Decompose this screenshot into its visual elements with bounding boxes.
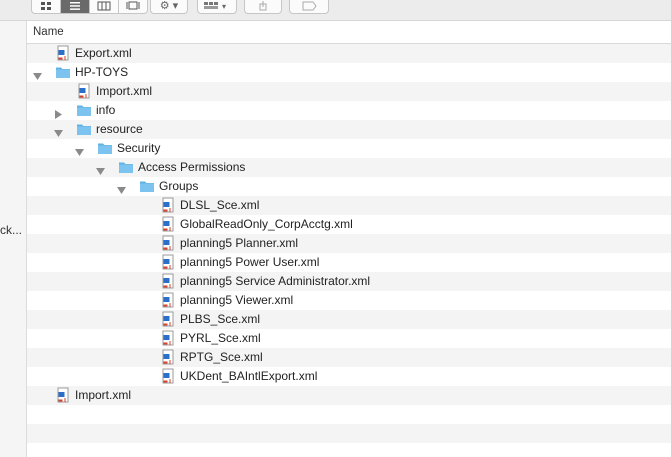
file-name: planning5 Planner.xml	[180, 236, 299, 250]
folder-icon	[76, 102, 92, 118]
toolbar: ⚙ ▾ ▾	[0, 0, 671, 21]
arrange-button[interactable]: ▾	[197, 0, 237, 14]
folder-name: Groups	[159, 179, 199, 193]
xml-file-icon	[160, 254, 176, 270]
file-name: Export.xml	[75, 46, 132, 60]
sidebar: ck...	[0, 21, 27, 457]
file-row[interactable]: GlobalReadOnly_CorpAcctg.xml	[27, 215, 671, 234]
folder-icon	[76, 121, 92, 137]
folder-name: HP-TOYS	[75, 65, 129, 79]
folder-icon	[55, 64, 71, 80]
xml-file-icon	[76, 83, 92, 99]
file-row[interactable]: Groups	[27, 177, 671, 196]
xml-file-icon	[55, 45, 71, 61]
gallery-view-icon[interactable]	[119, 0, 147, 13]
folder-name: Security	[117, 141, 161, 155]
disclosure-expanded-icon[interactable]	[75, 144, 84, 156]
file-name: PYRL_Sce.xml	[180, 331, 261, 345]
xml-file-icon	[160, 349, 176, 365]
xml-file-icon	[55, 387, 71, 403]
file-row[interactable]: Security	[27, 139, 671, 158]
icon-view-icon[interactable]	[32, 0, 61, 13]
file-row[interactable]: planning5 Planner.xml	[27, 234, 671, 253]
share-button[interactable]	[244, 0, 282, 14]
file-row[interactable]: resource	[27, 120, 671, 139]
folder-icon	[97, 140, 113, 156]
file-rows: Export.xml HP-TOYS Import.xml info resource S…	[27, 44, 671, 443]
file-list: Name Export.xml HP-TOYS Import.xml info reso…	[27, 21, 671, 457]
file-row[interactable]: PYRL_Sce.xml	[27, 329, 671, 348]
xml-file-icon	[160, 292, 176, 308]
file-name: planning5 Viewer.xml	[180, 293, 294, 307]
xml-file-icon	[160, 235, 176, 251]
file-name: planning5 Power User.xml	[180, 255, 320, 269]
empty-row	[27, 424, 671, 443]
file-name: UKDent_BAIntlExport.xml	[180, 369, 318, 383]
file-row[interactable]: planning5 Power User.xml	[27, 253, 671, 272]
file-name: planning5 Service Administrator.xml	[180, 274, 371, 288]
xml-file-icon	[160, 311, 176, 327]
disclosure-expanded-icon[interactable]	[117, 182, 126, 194]
xml-file-icon	[160, 273, 176, 289]
file-row[interactable]: planning5 Viewer.xml	[27, 291, 671, 310]
file-name: Import.xml	[96, 84, 153, 98]
file-row[interactable]: Access Permissions	[27, 158, 671, 177]
tag-button[interactable]	[289, 0, 329, 14]
disclosure-expanded-icon[interactable]	[96, 163, 105, 175]
view-mode-segmented-control	[31, 0, 148, 14]
xml-file-icon	[160, 368, 176, 384]
file-name: GlobalReadOnly_CorpAcctg.xml	[180, 217, 353, 231]
file-row[interactable]: Import.xml	[27, 386, 671, 405]
folder-icon	[139, 178, 155, 194]
file-row[interactable]: DLSL_Sce.xml	[27, 196, 671, 215]
file-row[interactable]: HP-TOYS	[27, 63, 671, 82]
file-name: RPTG_Sce.xml	[180, 350, 263, 364]
folder-name: Access Permissions	[138, 160, 246, 174]
column-header-name[interactable]: Name	[27, 21, 671, 44]
tag-icon	[302, 1, 317, 10]
svg-text:▾: ▾	[222, 2, 226, 11]
disclosure-collapsed-icon[interactable]	[54, 106, 63, 119]
folder-icon	[118, 159, 134, 175]
file-row[interactable]: Export.xml	[27, 44, 671, 63]
folder-name: resource	[96, 122, 143, 136]
file-row[interactable]: planning5 Service Administrator.xml	[27, 272, 671, 291]
share-icon	[259, 0, 267, 10]
empty-row	[27, 405, 671, 424]
file-row[interactable]: PLBS_Sce.xml	[27, 310, 671, 329]
column-view-icon[interactable]	[90, 0, 119, 13]
xml-file-icon	[160, 330, 176, 346]
action-gear-button[interactable]: ⚙ ▾	[150, 0, 188, 14]
xml-file-icon	[160, 216, 176, 232]
xml-file-icon	[160, 197, 176, 213]
file-name: PLBS_Sce.xml	[180, 312, 261, 326]
gear-icon: ⚙ ▾	[159, 0, 179, 12]
arrange-icon: ▾	[204, 1, 226, 11]
file-name: DLSL_Sce.xml	[180, 198, 260, 212]
list-view-icon[interactable]	[61, 0, 90, 13]
folder-name: info	[96, 103, 116, 117]
sidebar-truncated-label[interactable]: ck...	[0, 223, 22, 237]
file-row[interactable]: UKDent_BAIntlExport.xml	[27, 367, 671, 386]
file-row[interactable]: info	[27, 101, 671, 120]
file-name: Import.xml	[75, 388, 132, 402]
file-row[interactable]: Import.xml	[27, 82, 671, 101]
disclosure-expanded-icon[interactable]	[33, 68, 42, 80]
disclosure-expanded-icon[interactable]	[54, 125, 63, 137]
file-row[interactable]: RPTG_Sce.xml	[27, 348, 671, 367]
